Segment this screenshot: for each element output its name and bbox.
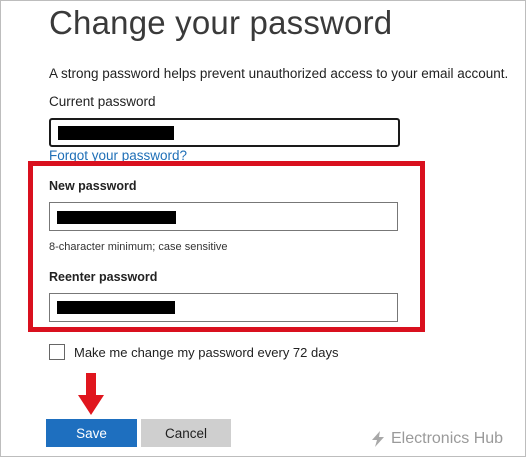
bolt-logo-icon — [372, 431, 384, 447]
save-button[interactable]: Save — [46, 419, 137, 447]
expire-password-checkbox[interactable] — [49, 344, 65, 360]
cancel-button[interactable]: Cancel — [141, 419, 231, 447]
down-arrow-icon — [78, 373, 104, 415]
new-password-field[interactable] — [49, 202, 398, 231]
page-title: Change your password — [49, 4, 393, 41]
reenter-password-label: Reenter password — [49, 270, 158, 284]
current-password-label: Current password — [49, 94, 156, 109]
redacted-value — [58, 126, 174, 140]
watermark-text: Electronics Hub — [391, 430, 504, 447]
expire-password-label[interactable]: Make me change my password every 72 days — [74, 345, 338, 360]
page-description: A strong password helps prevent unauthor… — [49, 66, 509, 81]
redacted-value — [57, 301, 175, 314]
password-hint: 8-character minimum; case sensitive — [49, 241, 228, 253]
new-password-label: New password — [49, 179, 137, 193]
redacted-value — [57, 211, 176, 224]
current-password-field[interactable] — [49, 118, 400, 147]
reenter-password-field[interactable] — [49, 293, 398, 322]
watermark: Electronics Hub — [371, 430, 503, 448]
